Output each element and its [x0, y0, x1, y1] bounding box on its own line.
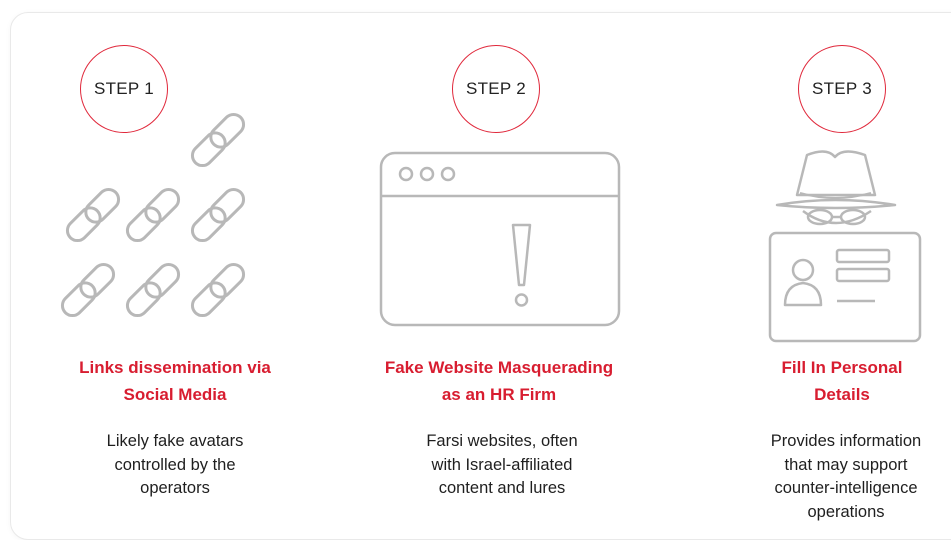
- step-2-column: STEP 2 Fake Website Masquerading as an H…: [356, 0, 656, 540]
- step-1-desc-line-2: controlled by the: [114, 455, 236, 474]
- step-1-desc-line-1: Likely fake avatars: [106, 432, 244, 450]
- step-2-desc-line-3: content and lures: [438, 479, 566, 497]
- step-1-title-line-2: Social Media: [123, 385, 227, 404]
- step-2-title: Fake Website Masquerading as an HR Firm: [349, 354, 649, 408]
- step-3-badge: STEP 3: [798, 45, 886, 133]
- step-3-title: Fill In Personal Details: [692, 354, 951, 408]
- chain-link-icon: [65, 187, 121, 243]
- step-1-description: Likely fake avatars controlled by the op…: [25, 430, 325, 501]
- chain-link-icon: [190, 112, 246, 168]
- step-1-desc-line-3: operators: [140, 479, 210, 497]
- step-1-title-line-1: Links dissemination via: [79, 358, 271, 377]
- step-2-description: Farsi websites, often with Israel-affili…: [352, 430, 652, 501]
- step-2-title-line-2: as an HR Firm: [441, 385, 557, 404]
- step-3-description: Provides information that may support co…: [696, 430, 951, 524]
- step-2-desc-line-1: Farsi websites, often: [426, 432, 578, 450]
- chain-link-icon: [125, 262, 181, 318]
- chain-link-icon: [60, 262, 116, 318]
- step-3-desc-line-1: Provides information: [770, 432, 922, 450]
- step-1-title: Links dissemination via Social Media: [25, 354, 325, 408]
- chain-link-icon: [60, 112, 246, 318]
- step-3-title-line-1: Fill In Personal: [781, 358, 903, 377]
- spy-id-card-icon: [768, 150, 922, 343]
- step-2-title-line-1: Fake Website Masquerading: [384, 358, 614, 377]
- browser-warning-icon: [379, 151, 621, 327]
- step-3-desc-line-4: operations: [807, 502, 885, 521]
- step-3-desc-line-3: counter-intelligence: [774, 479, 918, 497]
- step-3-desc-line-2: that may support: [784, 455, 908, 474]
- chain-link-icon: [190, 262, 246, 318]
- step-3-title-line-2: Details: [814, 385, 870, 404]
- chain-link-icon: [125, 187, 181, 243]
- step-2-badge: STEP 2: [452, 45, 540, 133]
- step-1-column: STEP 1 Links dissemination via Social Me…: [35, 0, 335, 540]
- chain-link-icon: [190, 187, 246, 243]
- step-2-desc-line-2: with Israel-affiliated: [431, 455, 573, 474]
- step-3-column: STEP 3 Fill In Personal Details Provides…: [660, 0, 951, 540]
